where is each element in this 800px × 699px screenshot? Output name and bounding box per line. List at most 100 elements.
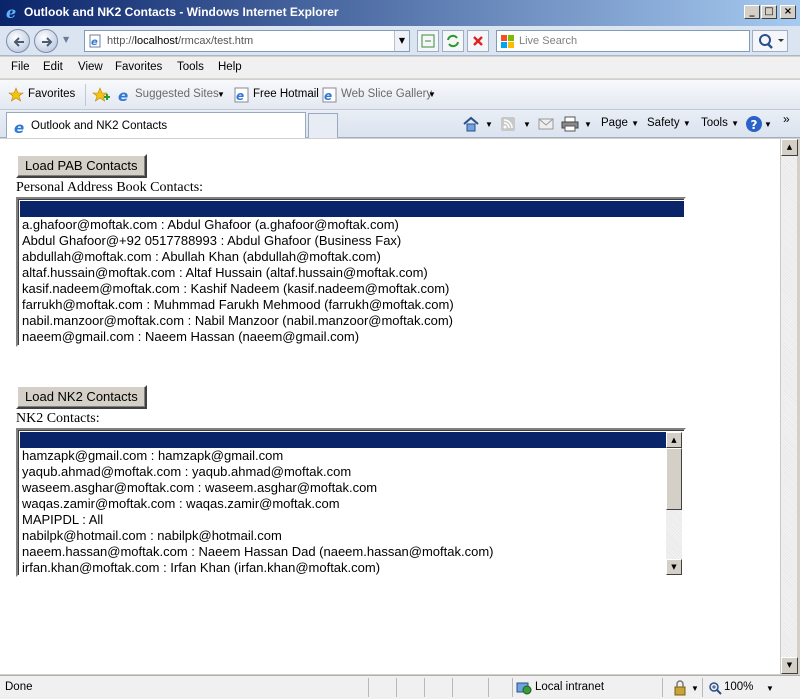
globe-icon xyxy=(516,682,532,695)
home-icon[interactable] xyxy=(462,116,480,132)
status-text: Done xyxy=(5,681,33,693)
hotmail-icon: e xyxy=(234,87,249,103)
menu-edit[interactable]: Edit xyxy=(43,61,63,73)
divider xyxy=(424,678,425,697)
load-nk2-contacts-button[interactable]: Load NK2 Contacts xyxy=(16,385,147,409)
help-dropdown-icon[interactable]: ▼ xyxy=(764,120,772,129)
divider xyxy=(396,678,397,697)
list-item[interactable]: irfan.khan@moftak.com : Irfan Khan (irfa… xyxy=(22,560,380,575)
address-url: http://localhost/rmcax/test.htm xyxy=(107,35,254,47)
stop-button[interactable] xyxy=(467,30,489,52)
scroll-thumb[interactable] xyxy=(666,448,682,510)
selected-row[interactable] xyxy=(20,432,668,448)
list-item[interactable]: nabilpk@hotmail.com : nabilpk@hotmail.co… xyxy=(22,528,282,543)
address-bar[interactable]: e http://localhost/rmcax/test.htm ▼ xyxy=(84,30,410,52)
ie-logo-icon: e xyxy=(6,4,16,20)
protected-mode-dropdown-icon[interactable]: ▼ xyxy=(691,684,699,693)
suggested-dropdown-icon[interactable]: ▼ xyxy=(217,90,225,99)
nk2-heading: NK2 Contacts: xyxy=(16,411,100,426)
list-item[interactable]: kasif.nadeem@moftak.com : Kashif Nadeem … xyxy=(22,281,449,296)
maximize-button[interactable]: □ xyxy=(761,5,777,19)
page-icon: e xyxy=(89,34,101,48)
list-item[interactable]: a.ghafoor@moftak.com : Abdul Ghafoor (a.… xyxy=(22,217,399,232)
feeds-icon[interactable] xyxy=(500,116,516,132)
tab-label: Outlook and NK2 Contacts xyxy=(31,120,168,132)
scroll-up-arrow-icon[interactable]: ▲ xyxy=(666,432,682,448)
web-slice-gallery-link[interactable]: Web Slice Gallery xyxy=(341,88,432,100)
menu-file[interactable]: File xyxy=(11,61,30,73)
menu-view[interactable]: View xyxy=(78,61,103,73)
menu-bar: File Edit View Favorites Tools Help xyxy=(0,57,800,79)
home-dropdown-icon[interactable]: ▼ xyxy=(485,120,493,129)
new-tab-button[interactable] xyxy=(308,113,338,138)
favorites-bar: Favorites e Suggested Sites ▼ e Free Hot… xyxy=(0,80,800,110)
list-item[interactable]: abdullah@moftak.com : Abullah Khan (abdu… xyxy=(22,249,381,264)
zoom-dropdown-icon[interactable]: ▼ xyxy=(766,684,774,693)
compatibility-view-button[interactable] xyxy=(417,30,439,52)
page-scrollbar[interactable]: ▲ ▼ xyxy=(780,139,798,674)
add-favorite-icon[interactable] xyxy=(92,87,110,103)
nk2-contacts-listbox[interactable]: ▲ ▼ hamzapk@gmail.com : hamzapk@gmail.co… xyxy=(16,428,686,577)
help-icon[interactable]: ? xyxy=(745,115,763,133)
back-button[interactable] xyxy=(6,29,30,53)
history-dropdown-icon[interactable]: ▼ xyxy=(63,35,69,44)
page-scroll-up-arrow-icon[interactable]: ▲ xyxy=(781,139,798,156)
tools-menu[interactable]: Tools ▼ xyxy=(701,117,739,129)
list-item[interactable]: altaf.hussain@moftak.com : Altaf Hussain… xyxy=(22,265,428,280)
listbox-scrollbar[interactable]: ▲ ▼ xyxy=(666,432,682,575)
menu-help[interactable]: Help xyxy=(218,61,242,73)
list-item[interactable]: Abdul Ghafoor@+92 0517788993 : Abdul Gha… xyxy=(22,233,401,248)
web-slice-dropdown-icon[interactable]: ▼ xyxy=(428,90,436,99)
address-dropdown-icon[interactable]: ▼ xyxy=(394,31,409,51)
safety-menu[interactable]: Safety ▼ xyxy=(647,117,691,129)
free-hotmail-link[interactable]: Free Hotmail xyxy=(253,88,319,100)
forward-button[interactable] xyxy=(34,29,58,53)
page-scroll-down-arrow-icon[interactable]: ▼ xyxy=(781,657,798,674)
pab-heading: Personal Address Book Contacts: xyxy=(16,180,204,195)
list-item[interactable]: naeem.hassan@moftak.com : Naeem Hassan D… xyxy=(22,544,494,559)
menu-favorites[interactable]: Favorites xyxy=(115,61,162,73)
favorites-button[interactable]: Favorites xyxy=(28,88,75,100)
print-icon[interactable] xyxy=(561,116,579,132)
minimize-button[interactable]: _ xyxy=(744,5,760,19)
divider xyxy=(512,678,513,697)
security-zone: Local intranet xyxy=(535,681,605,693)
list-item[interactable]: waseem.asghar@moftak.com : waseem.asghar… xyxy=(22,480,377,495)
list-item[interactable]: naeem@gmail.com : Naeem Hassan (naeem@gm… xyxy=(22,329,359,344)
scroll-down-arrow-icon[interactable]: ▼ xyxy=(666,559,682,575)
tab-active[interactable]: e Outlook and NK2 Contacts xyxy=(6,112,306,138)
tab-ie-icon: e xyxy=(14,119,24,135)
close-button[interactable]: × xyxy=(780,5,796,19)
forward-arrow-icon xyxy=(42,37,53,47)
selected-row[interactable] xyxy=(20,201,684,217)
refresh-button[interactable] xyxy=(442,30,464,52)
print-dropdown-icon[interactable]: ▼ xyxy=(584,120,592,129)
list-item[interactable]: MAPIPDL : All xyxy=(22,512,103,527)
suggested-sites-link[interactable]: Suggested Sites xyxy=(135,88,219,100)
tab-bar: e Outlook and NK2 Contacts ▼ ▼ ▼ Page ▼ … xyxy=(0,110,800,138)
svg-text:e: e xyxy=(91,37,98,48)
list-item[interactable]: yaqub.ahmad@moftak.com : yaqub.ahmad@mof… xyxy=(22,464,351,479)
zoom-icon[interactable] xyxy=(708,681,722,695)
list-item[interactable]: farrukh@moftak.com : Muhmmad Farukh Mehm… xyxy=(22,297,454,312)
chevron-more-icon[interactable]: » xyxy=(783,112,790,126)
pab-contacts-listbox[interactable]: a.ghafoor@moftak.com : Abdul Ghafoor (a.… xyxy=(16,197,686,347)
feeds-dropdown-icon[interactable]: ▼ xyxy=(523,120,531,129)
menu-tools[interactable]: Tools xyxy=(177,61,204,73)
window-title: Outlook and NK2 Contacts - Windows Inter… xyxy=(24,5,339,19)
mail-icon[interactable] xyxy=(538,117,554,131)
svg-text:e: e xyxy=(118,87,128,103)
search-button[interactable] xyxy=(752,30,788,52)
page-menu[interactable]: Page ▼ xyxy=(601,117,639,129)
list-item[interactable]: waqas.zamir@moftak.com : waqas.zamir@mof… xyxy=(22,496,340,511)
load-pab-contacts-button[interactable]: Load PAB Contacts xyxy=(16,154,147,178)
protected-mode-icon[interactable] xyxy=(672,680,688,696)
list-item[interactable]: nabil.manzoor@moftak.com : Nabil Manzoor… xyxy=(22,313,453,328)
zoom-level[interactable]: 100% xyxy=(724,681,753,693)
svg-text:e: e xyxy=(6,4,16,20)
list-item[interactable]: hamzapk@gmail.com : hamzapk@gmail.com xyxy=(22,448,283,463)
search-box[interactable]: Live Search xyxy=(496,30,750,52)
refresh-icon xyxy=(447,34,459,48)
favorites-star-icon xyxy=(8,87,24,102)
divider xyxy=(488,678,489,697)
